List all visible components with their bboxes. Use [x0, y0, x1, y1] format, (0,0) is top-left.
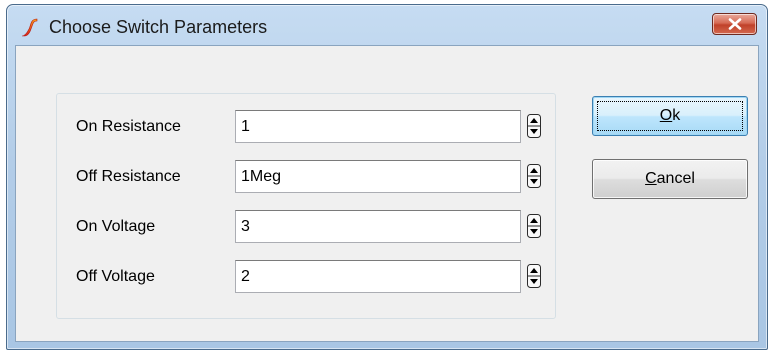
ok-button-label: Ok: [660, 107, 680, 125]
param-row-on-resistance: On Resistance: [57, 110, 555, 144]
on-resistance-spinner-icon[interactable]: [527, 114, 541, 138]
on-resistance-label: On Resistance: [76, 118, 181, 135]
off-voltage-input[interactable]: [235, 260, 521, 293]
dialog-client-area: On Resistance Off Resistance: [15, 45, 759, 342]
window-title: Choose Switch Parameters: [49, 17, 268, 37]
simetrix-logo-icon: [21, 18, 38, 37]
off-resistance-input[interactable]: [235, 160, 521, 193]
cancel-button-label: Cancel: [645, 170, 695, 188]
off-resistance-spinner-icon[interactable]: [527, 164, 541, 188]
parameters-group: On Resistance Off Resistance: [56, 93, 556, 319]
param-row-off-resistance: Off Resistance: [57, 160, 555, 194]
on-voltage-input[interactable]: [235, 210, 521, 243]
ok-label-rest: k: [672, 107, 681, 124]
ok-button[interactable]: Ok: [592, 96, 748, 136]
cancel-label-rest: ancel: [656, 170, 695, 187]
off-resistance-label: Off Resistance: [76, 168, 181, 185]
on-voltage-label: On Voltage: [76, 218, 156, 235]
cancel-button[interactable]: Cancel: [592, 159, 748, 199]
off-voltage-label: Off Voltage: [76, 268, 155, 285]
dialog-window: Choose Switch Parameters On Resistance 1…: [6, 4, 768, 350]
title-bar[interactable]: Choose Switch Parameters: [7, 5, 767, 45]
close-button[interactable]: [712, 13, 757, 35]
close-icon: [728, 18, 741, 30]
param-row-off-voltage: Off Voltage: [57, 260, 555, 294]
cancel-mnemonic: C: [645, 170, 657, 187]
on-voltage-spinner-icon[interactable]: [527, 214, 541, 238]
off-voltage-spinner-icon[interactable]: [527, 264, 541, 288]
ok-mnemonic: O: [659, 107, 673, 124]
param-row-on-voltage: On Voltage: [57, 210, 555, 244]
on-resistance-input[interactable]: [235, 110, 521, 143]
